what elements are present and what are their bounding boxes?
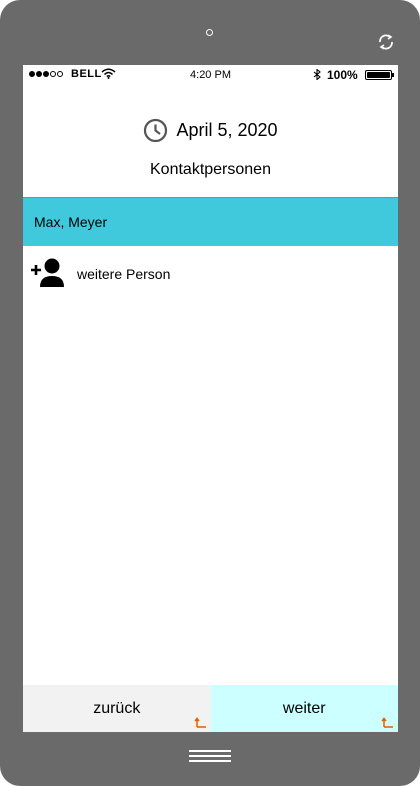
date-label: April 5, 2020 [176,120,278,140]
status-bar: BELL 4:20 PM 100% [23,65,398,85]
add-person-button[interactable]: weitere Person [29,256,170,292]
phone-screen: BELL 4:20 PM 100% April 5, 2020 Kontaktp… [23,65,398,732]
rotate-icon[interactable] [376,33,396,51]
battery-icon [365,70,394,80]
contact-list-item[interactable]: Max, Meyer [23,198,398,246]
home-button-icon[interactable] [189,750,231,764]
clock-icon [144,118,168,143]
page-title: Kontaktpersonen [150,161,271,178]
camera-icon [206,29,213,36]
back-button[interactable]: zurück [23,685,211,732]
bluetooth-icon [313,69,321,80]
date-row: April 5, 2020 [23,118,398,143]
battery-percentage: 100% [327,68,358,82]
device-frame: BELL 4:20 PM 100% April 5, 2020 Kontaktp… [0,0,420,786]
add-person-icon [31,258,64,287]
next-button[interactable]: weiter [210,685,398,732]
footer-navigation: zurück weiter [23,685,398,732]
back-button-label: zurück [93,699,141,717]
link-arrow-icon [381,717,393,728]
link-arrow-icon [193,717,206,728]
contact-name: Max, Meyer [34,214,108,230]
next-button-label: weiter [282,699,326,717]
add-person-label: weitere Person [77,266,171,282]
